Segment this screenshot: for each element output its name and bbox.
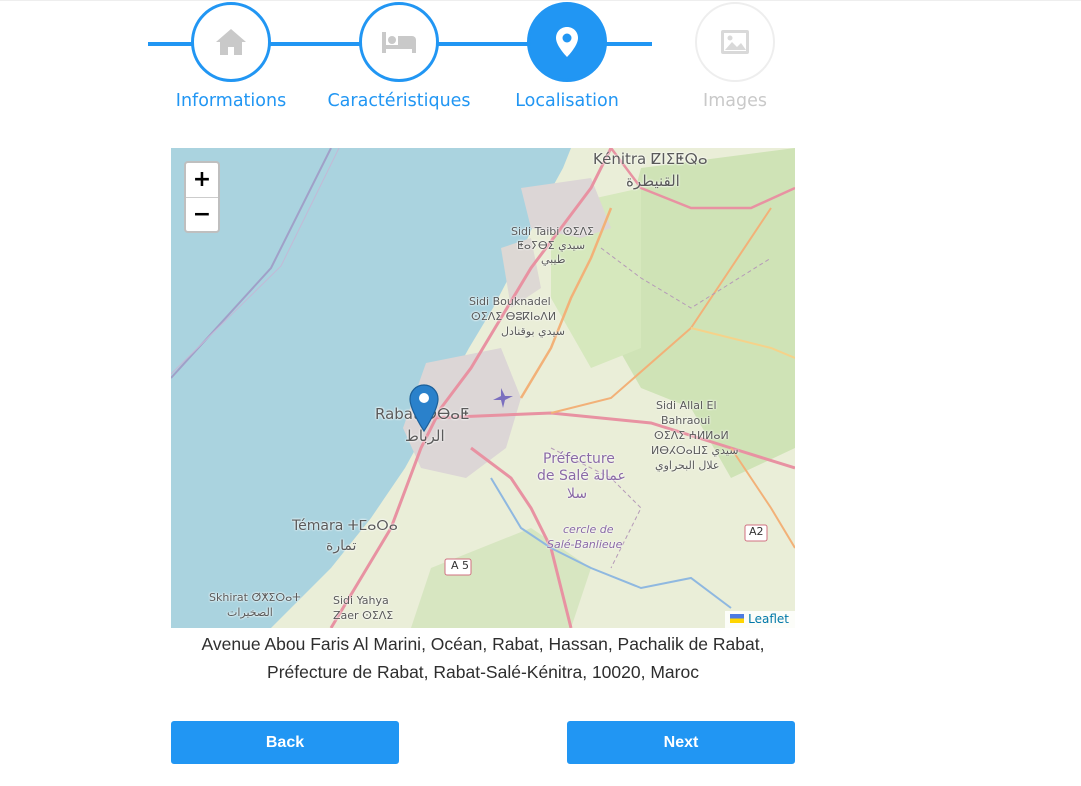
image-icon (720, 29, 750, 55)
place-sidi-allal-2: Bahraoui (661, 414, 711, 427)
back-button[interactable]: Back (171, 721, 399, 764)
place-skhirat: Skhirat ⵚⵅⵉⵔⴰⵜ (209, 591, 301, 604)
step-label: Informations (175, 91, 287, 111)
place-sidi-taibi-2: ⵟⴰⵢⴱⵉ سيدي (517, 239, 586, 252)
map-attribution: Leaflet (725, 611, 795, 628)
step-localisation[interactable]: Localisation (482, 2, 652, 111)
zoom-control: + − (184, 161, 220, 233)
place-kenitra: Kénitra ⵇⵏⵉⵟⵕⴰ (593, 150, 708, 168)
place-sidi-bouknadel: Sidi Bouknadel (469, 295, 551, 308)
place-prefecture-sale-2: de Salé عمالة (537, 468, 626, 484)
ukraine-flag-icon (730, 612, 745, 626)
road-a5-label: A 5 (451, 559, 470, 572)
place-sidi-bouknadel-2: ⵙⵉⴷⵉ ⴱⵓⴽⵏⴰⴷⵍ (471, 310, 557, 323)
place-sidi-allal-4: ⵍⴱⵃⵔⴰⵡⵉ سيدي (651, 444, 739, 457)
place-skhirat-ar: الصخيرات (227, 606, 273, 619)
step-circle (359, 2, 439, 82)
step-label: Images (703, 91, 767, 111)
bed-icon (380, 29, 418, 55)
place-sidi-bouknadel-3: سيدي بوقنادل (501, 325, 565, 338)
step-circle (527, 2, 607, 82)
step-informations[interactable]: Informations (146, 2, 316, 111)
place-prefecture-sale-3: سلا (567, 486, 588, 502)
place-sidi-allal: Sidi Allal El (656, 399, 717, 412)
place-sidi-yahya: Sidi Yahya (333, 594, 389, 607)
address-line-1: Avenue Abou Faris Al Marini, Océan, Raba… (201, 634, 765, 654)
step-circle (695, 2, 775, 82)
place-cercle: cercle de (563, 523, 614, 536)
zoom-in-button[interactable]: + (186, 163, 218, 197)
place-cercle-2: Salé-Banlieue (547, 538, 623, 551)
place-temara: Témara ⵜⵎⴰⵔⴰ (292, 518, 398, 534)
place-sidi-yahya-2: Zaer ⵙⵉⴷⵉ (333, 609, 394, 622)
place-prefecture-sale: Préfecture (543, 451, 615, 467)
place-sidi-allal-3: ⵙⵉⴷⵉ ⵄⵍⵍⴰⵍ (654, 429, 729, 442)
step-caracteristiques[interactable]: Caractéristiques (314, 2, 484, 111)
map-pin-icon (555, 26, 579, 58)
leaflet-link[interactable]: Leaflet (748, 612, 789, 626)
location-marker[interactable] (409, 384, 439, 433)
home-icon (214, 27, 248, 57)
location-map[interactable]: Kénitra ⵇⵏⵉⵟⵕⴰ القنيطرة Sidi Taibi ⵙⵉⴷⵉ … (171, 148, 795, 628)
place-sidi-taibi: Sidi Taibi ⵙⵉⴷⵉ (511, 225, 594, 238)
place-kenitra-ar: القنيطرة (626, 172, 680, 190)
place-sidi-taibi-3: طيبي (541, 253, 566, 266)
place-temara-ar: تمارة (326, 538, 357, 554)
map-tiles[interactable] (171, 148, 795, 628)
place-sidi-allal-5: علال البحراوي (655, 459, 720, 472)
step-label: Caractéristiques (327, 91, 471, 111)
step-label: Localisation (515, 91, 619, 111)
road-a2-label: A2 (749, 525, 764, 538)
wizard-stepper: Informations Caractéristiques Localisati… (140, 0, 800, 130)
selected-address: Avenue Abou Faris Al Marini, Océan, Raba… (171, 630, 795, 686)
zoom-out-button[interactable]: − (186, 197, 218, 232)
next-button[interactable]: Next (567, 721, 795, 764)
step-images: Images (650, 2, 820, 111)
step-circle (191, 2, 271, 82)
address-line-2: Préfecture de Rabat, Rabat-Salé-Kénitra,… (267, 662, 699, 682)
